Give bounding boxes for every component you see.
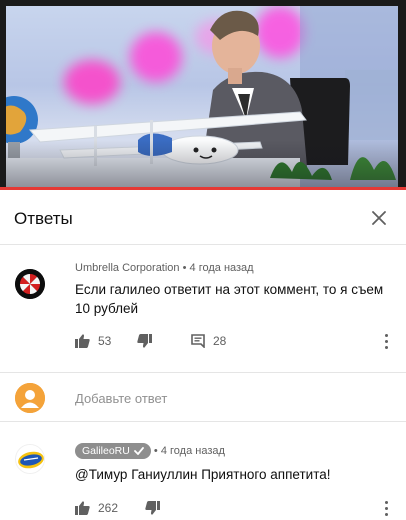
comment-actions: 53 28 bbox=[75, 331, 375, 351]
user-icon bbox=[15, 383, 45, 413]
like-count: 53 bbox=[98, 334, 112, 348]
user-avatar bbox=[15, 383, 45, 413]
like-count: 262 bbox=[98, 501, 119, 515]
thumbs-down-icon bbox=[145, 501, 160, 515]
panel-title: Ответы bbox=[14, 209, 73, 228]
reply-count: 28 bbox=[213, 334, 227, 348]
more-options-icon[interactable] bbox=[380, 498, 392, 518]
reply-actions: 262 bbox=[75, 498, 375, 518]
replies-header: Ответы bbox=[0, 193, 406, 245]
avatar[interactable] bbox=[15, 444, 45, 474]
comment-thread: Umbrella Corporation • 4 года назад Если… bbox=[0, 245, 406, 372]
video-progress-bar[interactable] bbox=[0, 187, 406, 190]
comment-icon bbox=[191, 334, 205, 348]
umbrella-logo-icon bbox=[15, 269, 45, 299]
thumbs-down-icon bbox=[137, 334, 152, 348]
author-badge[interactable]: GalileoRU bbox=[75, 443, 151, 459]
video-player[interactable] bbox=[0, 0, 406, 190]
galileo-logo-icon bbox=[16, 445, 44, 473]
thumbs-up-icon bbox=[75, 501, 90, 515]
comment-time: 4 года назад bbox=[189, 262, 254, 274]
dislike-button[interactable] bbox=[145, 498, 160, 518]
like-button[interactable]: 53 bbox=[75, 331, 111, 351]
reply-author: GalileoRU bbox=[82, 445, 130, 457]
comment-text: Если галилео ответит на этот коммент, то… bbox=[75, 282, 384, 316]
reply-item: GalileoRU • 4 года назад @Тимур Ганиулли… bbox=[0, 422, 406, 520]
more-options-icon[interactable] bbox=[380, 331, 392, 351]
add-reply-input[interactable]: Добавьте ответ bbox=[75, 391, 167, 406]
like-button[interactable]: 262 bbox=[75, 498, 118, 518]
comment-author[interactable]: Umbrella Corporation bbox=[75, 262, 180, 274]
dislike-button[interactable] bbox=[137, 331, 152, 351]
verified-check-icon bbox=[133, 447, 144, 455]
reply-meta: GalileoRU • 4 года назад bbox=[75, 443, 225, 459]
reply-time: 4 года назад bbox=[160, 444, 225, 457]
reply-count-button[interactable]: 28 bbox=[191, 331, 226, 351]
comment-meta: Umbrella Corporation • 4 года назад bbox=[75, 262, 254, 274]
reply-text: @Тимур Ганиуллин Приятного аппетита! bbox=[75, 467, 331, 482]
close-icon[interactable] bbox=[366, 205, 392, 231]
thumbs-up-icon bbox=[75, 334, 90, 348]
avatar[interactable] bbox=[15, 269, 45, 299]
add-reply-row[interactable]: Добавьте ответ bbox=[0, 372, 406, 422]
